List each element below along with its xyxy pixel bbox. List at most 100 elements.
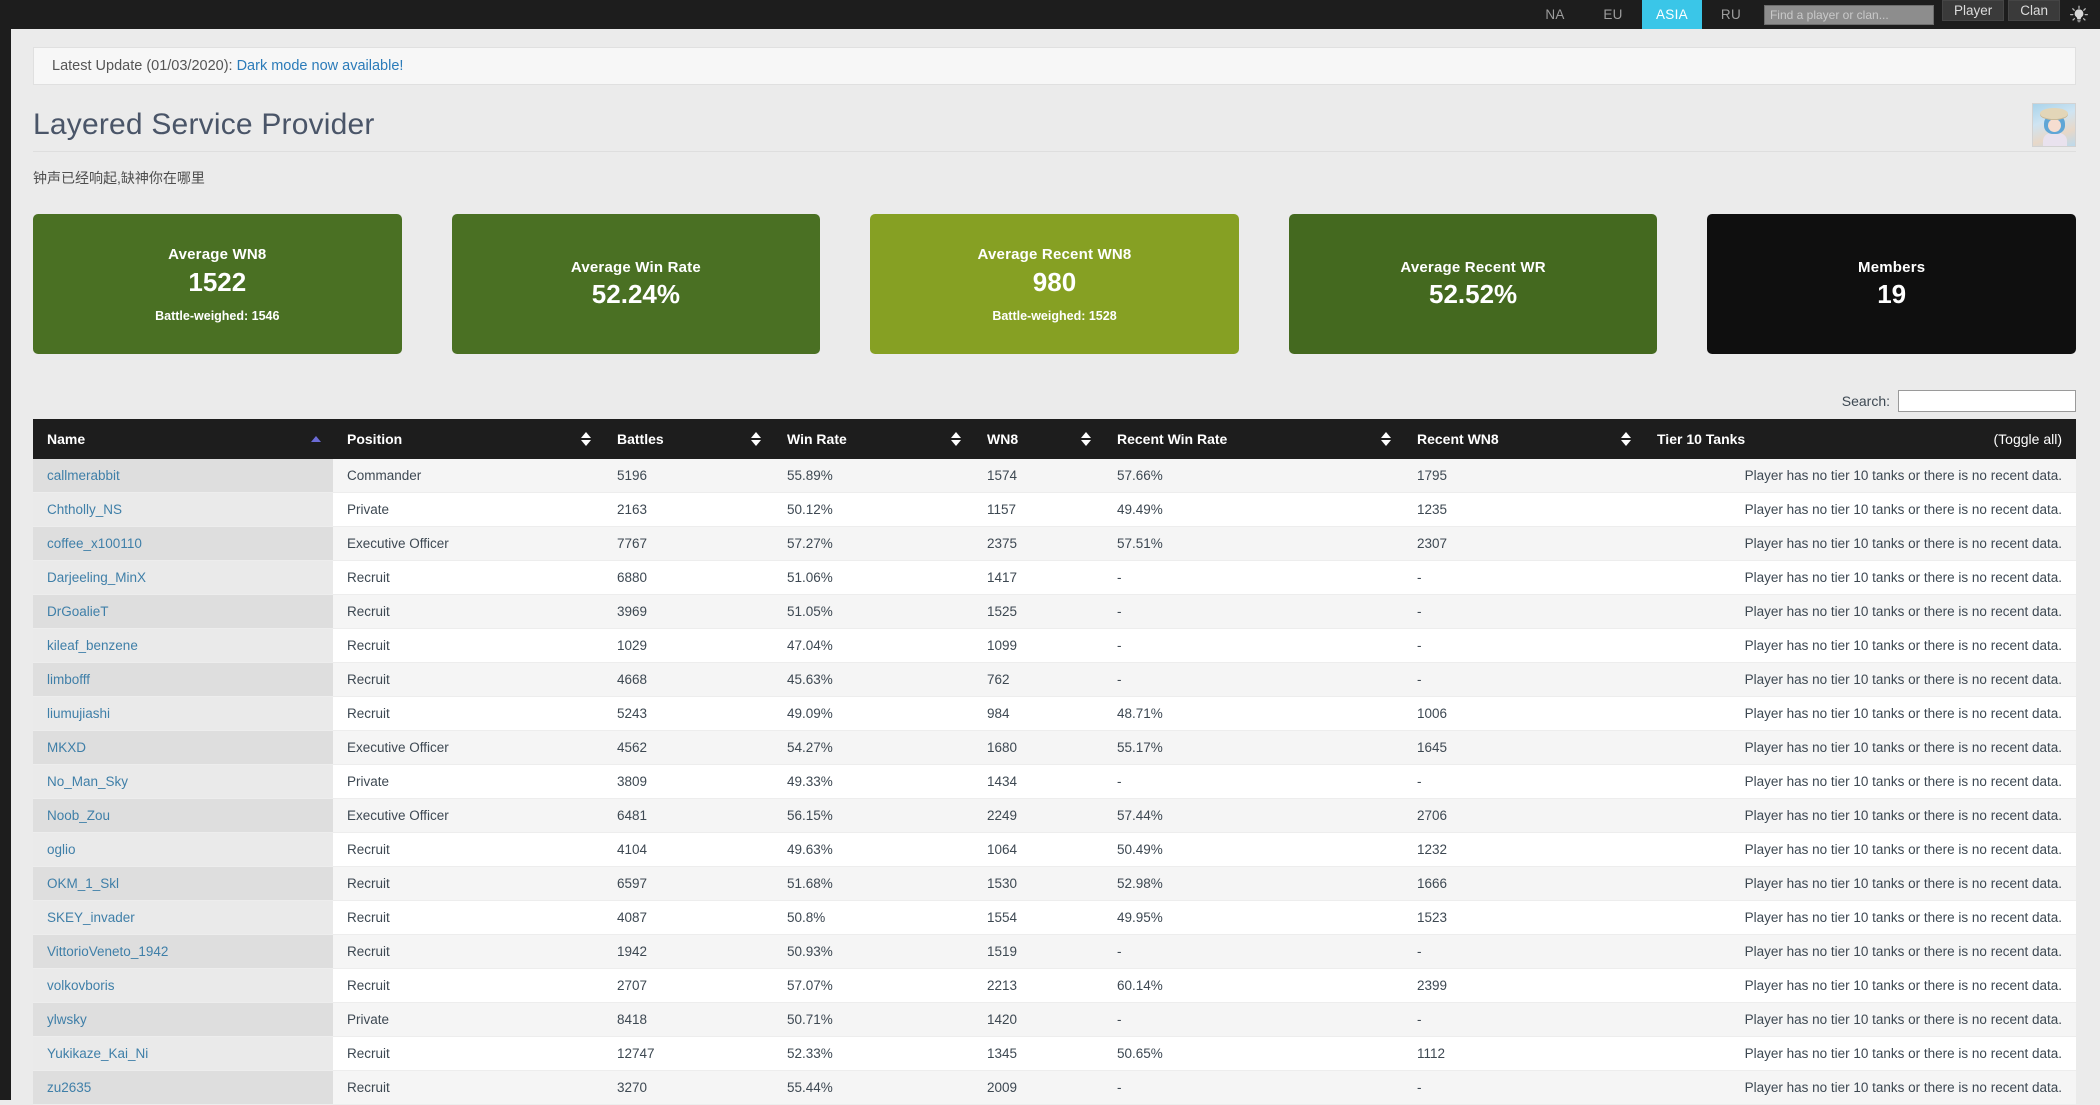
- player-profile-link[interactable]: MKXD: [47, 740, 86, 755]
- cell-wn8: 1530: [973, 866, 1103, 901]
- column-header-wn8[interactable]: WN8: [973, 419, 1103, 459]
- clan-members-table-wrapper: Name Position Battles Win Rate WN8 Recen…: [33, 419, 2076, 1105]
- cell-recent-wn8: 1795: [1403, 459, 1643, 493]
- cell-battles: 5243: [603, 696, 773, 731]
- global-search-input[interactable]: [1763, 4, 1934, 25]
- column-header-battles[interactable]: Battles: [603, 419, 773, 459]
- player-profile-link[interactable]: VittorioVeneto_1942: [47, 944, 168, 959]
- cell-wn8: 1554: [973, 900, 1103, 935]
- cell-tier-10-tanks: Player has no tier 10 tanks or there is …: [1643, 1036, 2076, 1071]
- sort-toggle-icon: [1081, 432, 1091, 446]
- top-navigation-bar: NA EU ASIA RU Player Clan: [0, 0, 2100, 29]
- column-header-name[interactable]: Name: [33, 419, 333, 459]
- cell-position: Executive Officer: [333, 526, 603, 561]
- cell-recent-win-rate: 55.17%: [1103, 730, 1403, 765]
- player-profile-link[interactable]: Darjeeling_MinX: [47, 570, 146, 585]
- table-row: kileaf_benzene Recruit 1029 47.04% 1099- - Pla…: [33, 628, 2076, 663]
- cell-recent-win-rate: -: [1103, 662, 1403, 697]
- player-profile-link[interactable]: OKM_1_Skl: [47, 876, 119, 891]
- cell-recent-win-rate: -: [1103, 1070, 1403, 1105]
- player-profile-link[interactable]: callmerabbit: [47, 468, 120, 483]
- cell-tier-10-tanks: Player has no tier 10 tanks or there is …: [1643, 492, 2076, 527]
- cell-battles: 3969: [603, 594, 773, 629]
- cell-player-name: Yukikaze_Kai_Ni: [33, 1036, 333, 1071]
- latest-update-banner: Latest Update (01/03/2020): Dark mode no…: [33, 47, 2076, 85]
- cell-wn8: 1417: [973, 560, 1103, 595]
- nav-region-asia[interactable]: ASIA: [1642, 0, 1702, 29]
- cell-win-rate: 49.63%: [773, 832, 973, 867]
- column-header-recent-wn8[interactable]: Recent WN8: [1403, 419, 1643, 459]
- global-search-wrapper: [1763, 0, 1934, 29]
- cell-tier-10-tanks: Player has no tier 10 tanks or there is …: [1643, 730, 2076, 765]
- cell-position: Recruit: [333, 1036, 603, 1071]
- cell-player-name: coffee_x100110: [33, 526, 333, 561]
- cell-recent-wn8: 2706: [1403, 798, 1643, 833]
- player-profile-link[interactable]: liumujiashi: [47, 706, 110, 721]
- player-profile-link[interactable]: DrGoalieT: [47, 604, 109, 619]
- cell-recent-wn8: -: [1403, 662, 1643, 697]
- column-header-name-label: Name: [47, 431, 86, 447]
- cell-win-rate: 51.06%: [773, 560, 973, 595]
- cell-tier-10-tanks: Player has no tier 10 tanks or there is …: [1643, 526, 2076, 561]
- cell-player-name: kileaf_benzene: [33, 628, 333, 663]
- cell-recent-win-rate: 49.95%: [1103, 900, 1403, 935]
- cell-player-name: volkovboris: [33, 968, 333, 1003]
- cell-recent-win-rate: 57.51%: [1103, 526, 1403, 561]
- nav-region-na[interactable]: NA: [1526, 0, 1584, 29]
- cell-recent-wn8: 2399: [1403, 968, 1643, 1003]
- nav-region-eu[interactable]: EU: [1584, 0, 1642, 29]
- column-header-recent-win-rate[interactable]: Recent Win Rate: [1103, 419, 1403, 459]
- cell-win-rate: 55.44%: [773, 1070, 973, 1105]
- sort-toggle-icon: [751, 432, 761, 446]
- player-profile-link[interactable]: limbofff: [47, 672, 90, 687]
- cell-win-rate: 50.93%: [773, 934, 973, 969]
- table-row: callmerabbit Commander 5196 55.89% 1574 57.66…: [33, 459, 2076, 493]
- lightbulb-icon[interactable]: [2064, 0, 2094, 29]
- player-profile-link[interactable]: coffee_x100110: [47, 536, 142, 551]
- cell-tier-10-tanks: Player has no tier 10 tanks or there is …: [1643, 594, 2076, 629]
- table-search-input[interactable]: [1898, 390, 2076, 412]
- table-row: DrGoalieT Recruit 3969 51.05% 1525- - Player h…: [33, 594, 2076, 629]
- player-profile-link[interactable]: oglio: [47, 842, 76, 857]
- table-row: oglio Recruit 4104 49.63% 1064 50.49% 1232 Play…: [33, 832, 2076, 867]
- player-profile-link[interactable]: ylwsky: [47, 1012, 87, 1027]
- cell-player-name: callmerabbit: [33, 459, 333, 493]
- cell-recent-wn8: 1006: [1403, 696, 1643, 731]
- search-clan-button[interactable]: Clan: [2008, 0, 2060, 21]
- player-profile-link[interactable]: Yukikaze_Kai_Ni: [47, 1046, 148, 1061]
- player-profile-link[interactable]: Noob_Zou: [47, 808, 110, 823]
- cell-recent-win-rate: 49.49%: [1103, 492, 1403, 527]
- cell-position: Executive Officer: [333, 730, 603, 765]
- player-profile-link[interactable]: No_Man_Sky: [47, 774, 128, 789]
- cell-recent-wn8: -: [1403, 1002, 1643, 1037]
- player-profile-link[interactable]: Chtholly_NS: [47, 502, 122, 517]
- dark-mode-announcement-link[interactable]: Dark mode now available!: [237, 58, 404, 74]
- cell-win-rate: 51.05%: [773, 594, 973, 629]
- nav-region-ru[interactable]: RU: [1702, 0, 1760, 29]
- player-profile-link[interactable]: SKEY_invader: [47, 910, 135, 925]
- cell-recent-wn8: -: [1403, 934, 1643, 969]
- cell-recent-win-rate: -: [1103, 1002, 1403, 1037]
- cell-player-name: Darjeeling_MinX: [33, 560, 333, 595]
- player-profile-link[interactable]: zu2635: [47, 1080, 91, 1095]
- toggle-all-button[interactable]: (Toggle all): [1994, 431, 2062, 447]
- table-row: limbofff Recruit 4668 45.63% 762- - Player has…: [33, 662, 2076, 697]
- nav-region-na-label: NA: [1545, 7, 1565, 22]
- stat-card-average-wn8-value: 1522: [188, 266, 247, 297]
- cell-win-rate: 49.09%: [773, 696, 973, 731]
- column-header-win-rate[interactable]: Win Rate: [773, 419, 973, 459]
- cell-win-rate: 47.04%: [773, 628, 973, 663]
- cell-wn8: 1420: [973, 1002, 1103, 1037]
- cell-player-name: VittorioVeneto_1942: [33, 934, 333, 969]
- column-header-position[interactable]: Position: [333, 419, 603, 459]
- stat-card-average-recent-wn8-value: 980: [1032, 266, 1077, 297]
- table-search-area: Search:: [33, 390, 2076, 412]
- clan-avatar-image: [2032, 103, 2076, 147]
- player-profile-link[interactable]: kileaf_benzene: [47, 638, 138, 653]
- column-header-tier-10-tanks[interactable]: Tier 10 Tanks (Toggle all): [1643, 419, 2076, 459]
- player-profile-link[interactable]: volkovboris: [47, 978, 115, 993]
- stat-card-average-wn8: Average WN8 1522 Battle-weighed: 1546: [33, 214, 402, 354]
- clan-stat-cards: Average WN8 1522 Battle-weighed: 1546 Av…: [33, 214, 2076, 354]
- search-player-button[interactable]: Player: [1941, 0, 2005, 21]
- column-header-tier-10-tanks-label: Tier 10 Tanks: [1657, 431, 1746, 447]
